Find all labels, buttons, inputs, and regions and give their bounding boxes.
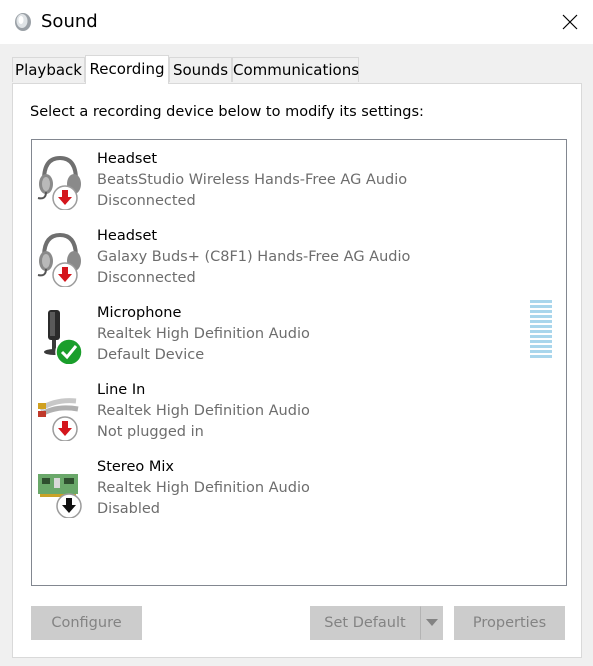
device-item[interactable]: Stereo Mix Realtek High Definition Audio… <box>32 448 566 525</box>
line-in-cable-icon <box>38 398 79 441</box>
device-item[interactable]: Headset Galaxy Buds+ (C8F1) Hands-Free A… <box>32 217 566 294</box>
device-description: Realtek High Definition Audio <box>97 326 310 342</box>
device-status: Default Device <box>97 347 205 363</box>
device-name: Stereo Mix <box>97 459 174 475</box>
device-description: Galaxy Buds+ (C8F1) Hands-Free AG Audio <box>97 249 411 265</box>
input-level-meter <box>530 300 552 358</box>
device-status: Not plugged in <box>97 424 204 440</box>
tab-communications[interactable]: Communications <box>232 57 359 82</box>
device-name: Headset <box>97 151 158 167</box>
device-item[interactable]: Microphone Realtek High Definition Audio… <box>32 294 566 371</box>
device-name: Headset <box>97 228 158 244</box>
device-description: Realtek High Definition Audio <box>97 480 310 496</box>
device-item[interactable]: Headset BeatsStudio Wireless Hands-Free … <box>32 140 566 217</box>
device-status: Disconnected <box>97 193 196 209</box>
recording-panel: Select a recording device below to modif… <box>12 83 582 658</box>
tab-playback[interactable]: Playback <box>12 57 85 82</box>
title-bar: Sound <box>0 0 593 44</box>
device-description: BeatsStudio Wireless Hands-Free AG Audio <box>97 172 408 188</box>
device-description: Realtek High Definition Audio <box>97 403 310 419</box>
window-title: Sound <box>41 11 98 32</box>
speaker-app-icon <box>15 13 31 31</box>
set-default-button[interactable]: Set Default <box>310 606 420 640</box>
microphone-icon <box>44 310 83 364</box>
properties-button[interactable]: Properties <box>454 606 565 640</box>
set-default-dropdown[interactable] <box>420 606 443 640</box>
headset-icon <box>37 155 81 210</box>
close-button[interactable] <box>547 0 593 44</box>
device-item[interactable]: Line In Realtek High Definition Audio No… <box>32 371 566 448</box>
chevron-down-icon <box>425 619 438 626</box>
sound-card-icon <box>38 474 82 518</box>
device-name: Microphone <box>97 305 182 321</box>
configure-button[interactable]: Configure <box>31 606 142 640</box>
instruction-text: Select a recording device below to modif… <box>30 104 424 120</box>
device-name: Line In <box>97 382 146 398</box>
tab-sounds[interactable]: Sounds <box>169 57 232 82</box>
device-status: Disconnected <box>97 270 196 286</box>
close-icon <box>562 14 578 30</box>
tab-recording[interactable]: Recording <box>85 55 169 84</box>
device-list[interactable]: Headset BeatsStudio Wireless Hands-Free … <box>31 139 567 586</box>
device-status: Disabled <box>97 501 160 517</box>
headset-icon <box>37 232 81 287</box>
